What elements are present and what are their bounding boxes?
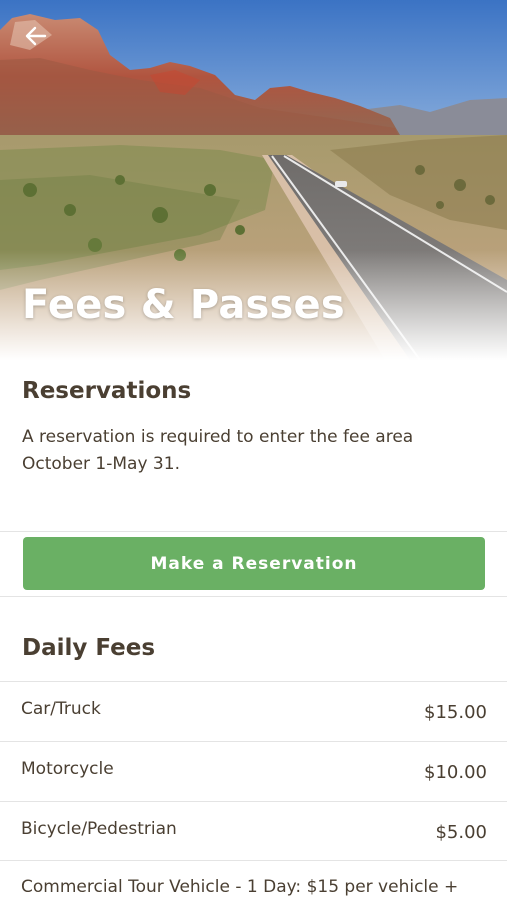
fee-name: Commercial Tour Vehicle - 1 Day: $15 per… [21, 877, 459, 897]
fee-name: Car/Truck [21, 699, 101, 719]
reservations-heading: Reservations [22, 378, 192, 404]
fee-price: $15.00 [424, 702, 487, 723]
fee-name: Bicycle/Pedestrian [21, 819, 177, 839]
divider [0, 596, 507, 597]
reservations-description: A reservation is required to enter the f… [22, 427, 414, 474]
divider [0, 531, 507, 532]
fees-passes-screen: Fees & Passes Reservations A reservation… [0, 0, 507, 900]
fee-price: $10.00 [424, 762, 487, 783]
fee-price: $5.00 [435, 822, 487, 843]
arrow-left-icon [25, 26, 47, 46]
make-reservation-button[interactable]: Make a Reservation [23, 537, 485, 590]
fee-row: Commercial Tour Vehicle - 1 Day: $15 per… [0, 860, 507, 900]
daily-fees-heading: Daily Fees [22, 635, 156, 661]
fee-row: Car/Truck $15.00 [0, 681, 507, 740]
fee-row: Motorcycle $10.00 [0, 741, 507, 800]
page-title: Fees & Passes [22, 282, 345, 328]
back-button[interactable] [20, 20, 52, 52]
fee-name: Motorcycle [21, 759, 114, 779]
hero-banner: Fees & Passes [0, 0, 507, 360]
fee-row: Bicycle/Pedestrian $5.00 [0, 801, 507, 860]
